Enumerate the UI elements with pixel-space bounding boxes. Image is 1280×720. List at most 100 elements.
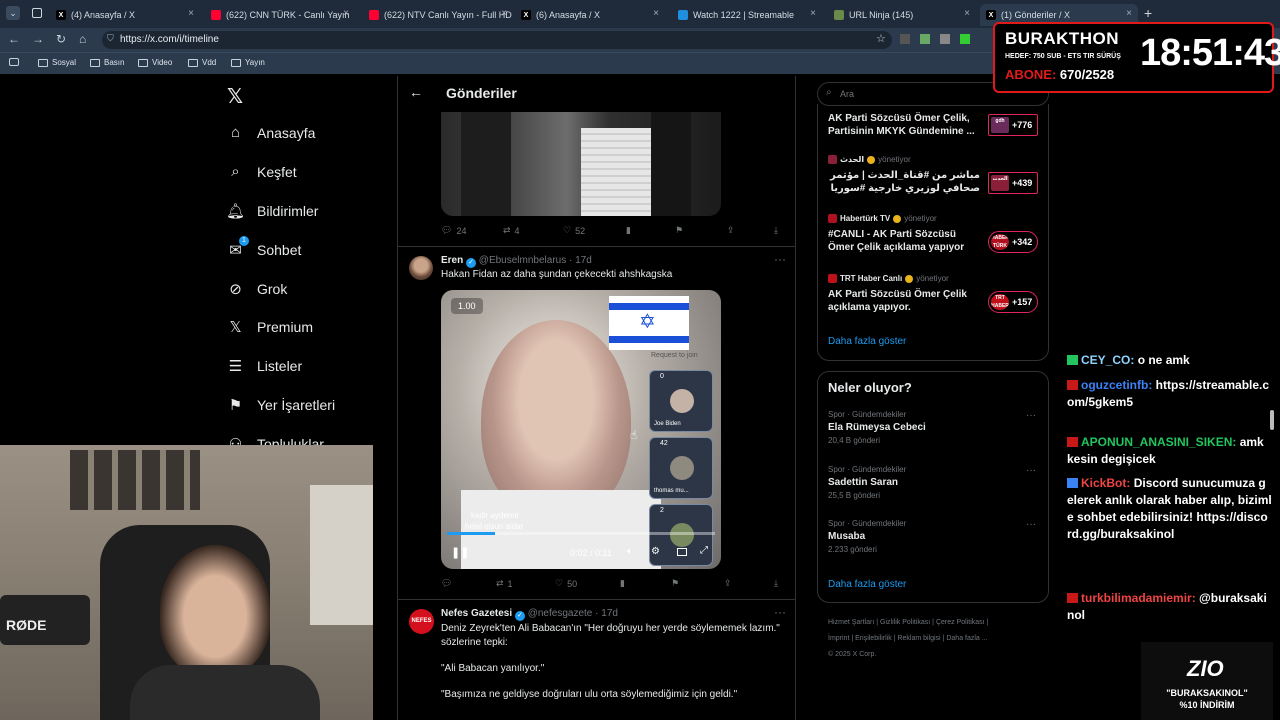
trend-item[interactable]: Spor · Gündemdekiler Musaba 2.233 gönderi ·… (828, 519, 1038, 569)
settings-icon[interactable]: ⚙ (651, 546, 660, 557)
tweet-time[interactable]: 17d (575, 255, 592, 266)
bookmark-folder-yayin[interactable]: Yayın (231, 58, 265, 67)
nav-item-7[interactable]: ⚑ Yer İşaretleri (227, 396, 335, 414)
live-title[interactable]: AK Parti Sözcüsü Ömer Çelik, Partisinin … (828, 112, 980, 138)
bookmark-folder-vdd[interactable]: Vdd (188, 58, 216, 67)
fullscreen-icon[interactable]: ⤢ (700, 545, 708, 556)
author-handle[interactable]: @Ebuselmnbelarus (479, 255, 566, 266)
bookmark-folder-sosyal[interactable]: Sosyal (38, 58, 76, 67)
close-tab-icon[interactable]: × (1126, 8, 1132, 19)
tweet-time[interactable]: 17d (601, 608, 618, 619)
trend-item[interactable]: Spor · Gündemdekiler Ela Rümeysa Cebeci 20… (828, 410, 1038, 460)
views-icon[interactable]: ▮ (626, 225, 631, 236)
live-title[interactable]: AK Parti Sözcüsü Ömer Çelik açıklama yap… (828, 288, 980, 314)
favorite-star-icon[interactable]: ☆ (876, 32, 886, 45)
close-tab-icon[interactable]: × (501, 8, 507, 19)
workspaces-icon[interactable] (32, 8, 42, 18)
browser-tab[interactable]: (622) CNN TÜRK - Canlı Yayın × (205, 4, 355, 26)
share-icon[interactable]: ⇪ (724, 578, 732, 589)
chat-username[interactable]: APONUN_ANASINI_SIKEN: (1081, 435, 1236, 449)
more-options-icon[interactable]: ··· (774, 605, 786, 619)
new-tab-button[interactable]: + (1144, 5, 1152, 21)
reply-button[interactable]: 💬︎ (441, 578, 456, 589)
live-host[interactable]: Habertürk TV yönetiyor (828, 214, 937, 223)
tab-list-button[interactable]: ⌄ (6, 6, 20, 20)
live-listeners-pill[interactable]: gdh +776 (988, 114, 1038, 136)
bookmark-icon[interactable]: ⚑ (675, 225, 683, 236)
chat-username[interactable]: KickBot: (1081, 476, 1130, 490)
show-more-link[interactable]: Daha fazla göster (828, 579, 906, 590)
more-options-icon[interactable]: ··· (1026, 410, 1036, 421)
x-logo-icon[interactable]: 𝕏 (227, 84, 243, 109)
forward-icon[interactable]: → (32, 32, 44, 46)
reply-button[interactable]: 💬︎ 24 (441, 225, 466, 236)
footer-link[interactable]: Gizlilik Politikası (880, 619, 930, 626)
video-progress-track[interactable] (447, 532, 715, 535)
live-title[interactable]: #CANLI - AK Parti Sözcüsü Ömer Çelik açı… (828, 228, 980, 254)
video-player[interactable]: ✡ 1.00 Request to join 0 Joe Biden 42 th… (441, 290, 721, 569)
share-icon[interactable]: ⇪ (727, 225, 735, 236)
chat-username[interactable]: oguzcetinfb: (1081, 378, 1152, 392)
live-listeners-pill[interactable]: HABER TÜRK +342 (988, 231, 1038, 253)
avatar[interactable]: NEFES (409, 609, 434, 634)
more-options-icon[interactable]: ··· (1026, 465, 1036, 476)
author-handle[interactable]: @nefesgazete (528, 608, 593, 619)
nav-item-0[interactable]: ⌂ Anasayfa (227, 124, 315, 141)
browser-tab[interactable]: URL Ninja (145) × (828, 4, 976, 26)
close-tab-icon[interactable]: × (188, 8, 194, 19)
nav-item-2[interactable]: 🔔︎ Bildirimler (226, 202, 318, 220)
nav-item-3[interactable]: ✉ 1 Sohbet (227, 236, 301, 259)
author-name[interactable]: Nefes Gazetesi (441, 608, 512, 619)
footer-link[interactable]: Reklam bilgisi (897, 635, 940, 642)
bookmark-folder-basin[interactable]: Basın (90, 58, 124, 67)
close-tab-icon[interactable]: × (964, 8, 970, 19)
footer-link[interactable]: İmprint (828, 635, 849, 642)
like-button[interactable]: ♡ 52 (563, 225, 585, 236)
live-host[interactable]: TRT Haber Canlı yönetiyor (828, 274, 949, 283)
nav-item-1[interactable]: ⌕ Keşfet (227, 163, 296, 180)
live-listeners-pill[interactable]: الحدث +439 (988, 172, 1038, 194)
url-input[interactable]: ⛉ https://x.com/i/timeline (102, 31, 892, 49)
trend-item[interactable]: Spor · Gündemdekiler Sadettin Saran 25,5 B… (828, 465, 1038, 515)
footer-link[interactable]: Hizmet Şartları (828, 619, 874, 626)
footer-link[interactable]: Daha fazla ... (946, 635, 987, 642)
tweet-media-image[interactable] (441, 112, 721, 216)
chat-scrollbar[interactable] (1270, 410, 1274, 430)
bookmark-folder-video[interactable]: Video (138, 58, 172, 67)
back-arrow-icon[interactable]: ← (409, 84, 423, 100)
browser-tab[interactable]: (622) NTV Canlı Yayın - Full HD × (363, 4, 513, 26)
avatar[interactable] (409, 256, 433, 280)
live-title[interactable]: مباشر من #قناة_الحدث | مؤتمر صحافي لوزير… (828, 169, 980, 196)
more-options-icon[interactable]: ··· (774, 252, 786, 266)
footer-link[interactable]: Çerez Politikası (936, 619, 985, 626)
nav-item-5[interactable]: 𝕏 Premium (227, 318, 313, 336)
chat-username[interactable]: CEY_CO: (1081, 353, 1134, 367)
browser-tab[interactable]: Watch 1222 | Streamable × (672, 4, 822, 26)
extension-icons[interactable] (900, 34, 995, 46)
home-browser-icon[interactable]: ⌂ (79, 32, 86, 46)
retweet-button[interactable]: ⇄ 1 (496, 578, 513, 589)
nav-item-4[interactable]: ⊘ Grok (227, 280, 287, 298)
footer-link[interactable]: Erişilebilirlik (855, 635, 892, 642)
volume-icon[interactable]: 🔈︎ (627, 546, 633, 557)
like-button[interactable]: ♡ 50 (555, 578, 577, 589)
browser-tab[interactable]: X (4) Anasayfa / X × (50, 4, 200, 26)
views-icon[interactable]: ▮ (620, 578, 625, 589)
author-name[interactable]: Eren (441, 255, 463, 266)
pause-icon[interactable]: ❚❚ (451, 546, 469, 559)
chat-username[interactable]: turkbilimadamiemir: (1081, 591, 1196, 605)
reading-list-icon[interactable] (9, 58, 19, 66)
download-icon[interactable]: ⤓ (774, 225, 778, 236)
close-tab-icon[interactable]: × (810, 8, 816, 19)
close-tab-icon[interactable]: × (343, 8, 349, 19)
live-host[interactable]: الحدث yönetiyor (828, 155, 911, 164)
browser-tab[interactable]: X (6) Anasayfa / X × (515, 4, 665, 26)
pip-icon[interactable] (677, 548, 687, 556)
back-icon[interactable]: ← (8, 32, 20, 46)
close-tab-icon[interactable]: × (653, 8, 659, 19)
reload-icon[interactable]: ↻ (56, 32, 66, 46)
bookmark-icon[interactable]: ⚑ (671, 578, 679, 589)
nav-item-6[interactable]: ☰ Listeler (227, 357, 302, 375)
show-more-link[interactable]: Daha fazla göster (828, 336, 906, 347)
live-listeners-pill[interactable]: TRT HABER +157 (988, 291, 1038, 313)
